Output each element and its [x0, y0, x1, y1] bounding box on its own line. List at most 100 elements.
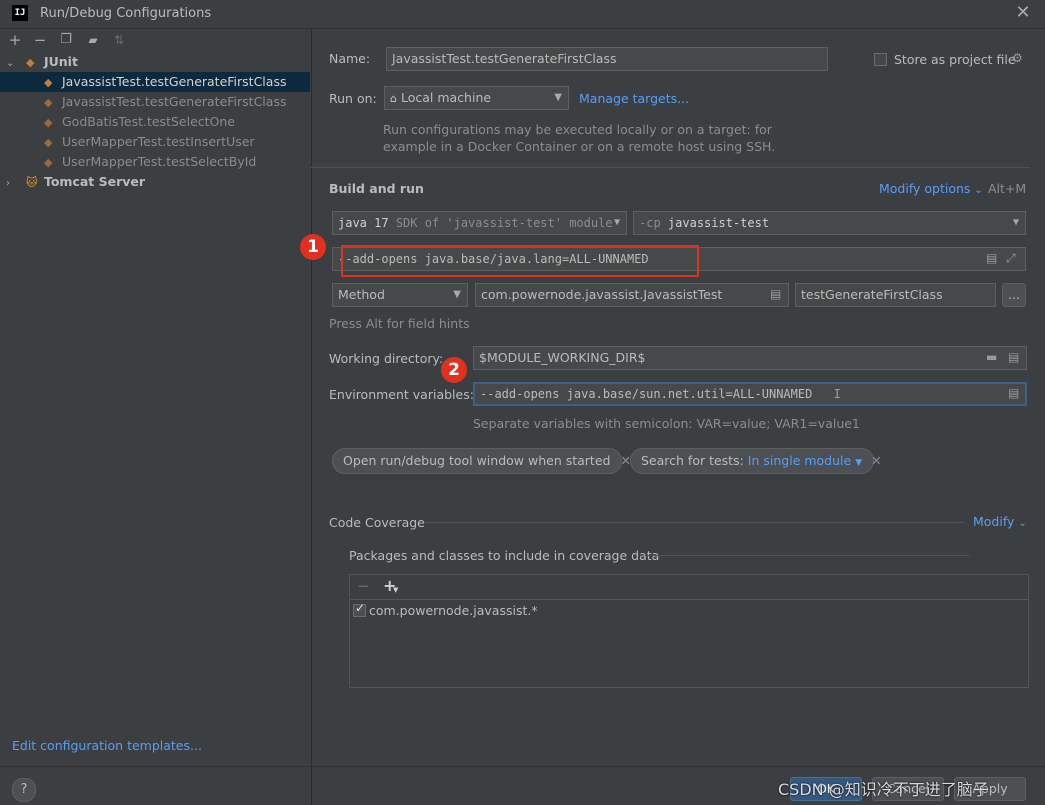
document-icon[interactable]: ▤ [1008, 386, 1019, 400]
package-item: com.powernode.javassist.* [369, 603, 538, 618]
window-title: Run/Debug Configurations [40, 6, 212, 21]
modify-label: Modify [973, 514, 1015, 529]
field-hints-text: Press Alt for field hints [329, 316, 470, 331]
chevron-right-icon[interactable]: › [6, 174, 16, 194]
tree-item-junit-4[interactable]: ◆ UserMapperTest.testSelectById [0, 152, 310, 172]
env-vars-hint: Separate variables with semicolon: VAR=v… [473, 416, 860, 431]
tree-item-junit-2[interactable]: ◆ GodBatisTest.testSelectOne [0, 112, 310, 132]
csdn-watermark: CSDN @知识冷不丁进了脑子 [778, 780, 989, 799]
home-icon: ⌂ [390, 92, 397, 105]
run-on-value: Local machine [400, 90, 492, 105]
document-icon[interactable]: ▤ [1008, 350, 1019, 364]
close-icon[interactable]: ✕ [1013, 3, 1033, 23]
junit-icon: ◆ [44, 156, 53, 169]
separator [311, 167, 1030, 168]
working-dir-label: Working directory: [329, 351, 444, 366]
env-vars-label: Environment variables: [329, 387, 474, 402]
coverage-modify-link[interactable]: Modify ⌄ [973, 514, 1027, 529]
sdk-select[interactable]: java 17 SDK of 'javassist-test' module ▼ [332, 211, 627, 235]
env-vars-value: --add-opens java.base/sun.net.util=ALL-U… [480, 387, 813, 401]
sdk-hint: SDK of 'javassist-test' module [395, 216, 613, 230]
manage-targets-link[interactable]: Manage targets... [579, 91, 689, 106]
junit-icon: ◆ [44, 96, 53, 109]
tree-group-label: Tomcat Server [43, 174, 146, 189]
sdk-value: java 17 [338, 216, 389, 230]
bottom-divider [311, 766, 1045, 767]
chevron-down-icon: ▼ [613, 212, 620, 234]
sort-icon[interactable]: ⇅ [110, 31, 128, 49]
run-on-hint-line2: example in a Docker Container or on a re… [383, 139, 776, 154]
packages-label: Packages and classes to include in cover… [349, 548, 660, 563]
document-icon[interactable]: ▤ [986, 251, 997, 265]
cp-prefix: -cp [639, 216, 661, 230]
chevron-down-icon: ▼ [855, 458, 863, 468]
copy-icon[interactable]: ❐ [57, 31, 75, 49]
code-coverage-heading: Code Coverage [329, 515, 425, 530]
annotation-badge-1: 1 [300, 234, 326, 260]
tomcat-icon: 🐱 [25, 176, 38, 189]
junit-icon: ◆ [44, 76, 53, 89]
chip-label: Open run/debug tool window when started [343, 453, 611, 468]
working-dir-field[interactable]: $MODULE_WORKING_DIR$ [473, 346, 1027, 370]
gear-icon[interactable]: ⚙ [1012, 51, 1023, 65]
env-vars-field[interactable]: --add-opens java.base/sun.net.util=ALL-U… [473, 382, 1027, 406]
build-run-heading: Build and run [329, 181, 424, 196]
help-button[interactable]: ? [12, 778, 36, 802]
tree-group-junit[interactable]: ⌄ ◆ JUnit [0, 52, 310, 72]
name-field[interactable]: JavassistTest.testGenerateFirstClass [386, 47, 828, 71]
plus-icon[interactable]: + [6, 31, 24, 49]
modify-options-shortcut: Alt+M [988, 181, 1027, 196]
chevron-down-icon: ⌄ [974, 185, 983, 196]
chevron-down-icon: ▼ [453, 289, 461, 300]
tree-group-label: JUnit [43, 54, 78, 69]
test-kind-select[interactable]: Method ▼ [332, 283, 468, 307]
browse-button[interactable]: ... [1002, 283, 1026, 307]
folder-icon[interactable]: ▬ [986, 350, 997, 364]
method-field[interactable]: testGenerateFirstClass [795, 283, 996, 307]
close-icon[interactable]: ✕ [871, 453, 881, 468]
store-project-checkbox[interactable] [874, 53, 887, 66]
expand-icon[interactable]: ⤢ [1006, 251, 1016, 266]
modify-options-label: Modify options [879, 181, 971, 196]
name-label: Name: [329, 51, 371, 66]
edit-templates-link[interactable]: Edit configuration templates... [12, 738, 202, 753]
run-on-hint-line1: Run configurations may be executed local… [383, 122, 772, 137]
tree-item-junit-0[interactable]: ◆ JavassistTest.testGenerateFirstClass [0, 72, 310, 92]
tree-item-junit-1[interactable]: ◆ JavassistTest.testGenerateFirstClass [0, 92, 310, 112]
search-tests-chip[interactable]: Search for tests: In single module ▼ ✕ [630, 448, 882, 474]
chevron-down-icon: ▼ [1012, 217, 1019, 228]
open-tool-window-chip[interactable]: Open run/debug tool window when started … [332, 448, 631, 474]
intellij-logo-icon: IJ [12, 5, 28, 21]
left-divider [0, 766, 311, 767]
chip-label: Search for tests: [641, 453, 744, 468]
tree-group-tomcat[interactable]: › 🐱 Tomcat Server [0, 172, 310, 192]
run-on-select[interactable]: ⌂ Local machine ▼ [384, 86, 569, 110]
minus-icon[interactable]: − [31, 31, 49, 49]
coverage-toolbar [350, 575, 1028, 600]
separator [645, 555, 970, 556]
tree-item-label: UserMapperTest.testSelectById [61, 154, 257, 169]
chip-value[interactable]: In single module [748, 453, 851, 468]
tree-item-label: GodBatisTest.testSelectOne [61, 114, 235, 129]
annotation-badge-2: 2 [441, 357, 467, 383]
document-icon[interactable]: ▤ [770, 287, 781, 301]
classpath-select[interactable]: -cp javassist-test ▼ [633, 211, 1026, 235]
chevron-down-icon: ⌄ [1018, 518, 1027, 529]
class-value: com.powernode.javassist.JavassistTest [481, 287, 723, 302]
chevron-down-icon[interactable]: ⌄ [6, 54, 16, 74]
tree-item-junit-3[interactable]: ◆ UserMapperTest.testInsertUser [0, 132, 310, 152]
separator [425, 522, 965, 523]
package-checkbox[interactable]: ✓ [353, 601, 366, 617]
store-project-label: Store as project file [894, 52, 1016, 67]
class-field[interactable]: com.powernode.javassist.JavassistTest [475, 283, 789, 307]
chevron-down-icon: ▼ [554, 92, 562, 103]
junit-icon: ◆ [44, 136, 53, 149]
tree-item-label: JavassistTest.testGenerateFirstClass [61, 94, 287, 109]
folder-add-icon[interactable]: ▰ [84, 31, 102, 49]
chevron-down-icon: ▼ [393, 586, 399, 594]
cp-value: javassist-test [667, 216, 770, 230]
minus-icon[interactable]: − [357, 577, 370, 595]
junit-icon: ◆ [44, 116, 53, 129]
run-on-label: Run on: [329, 91, 377, 106]
modify-options-link[interactable]: Modify options ⌄ [879, 181, 983, 196]
